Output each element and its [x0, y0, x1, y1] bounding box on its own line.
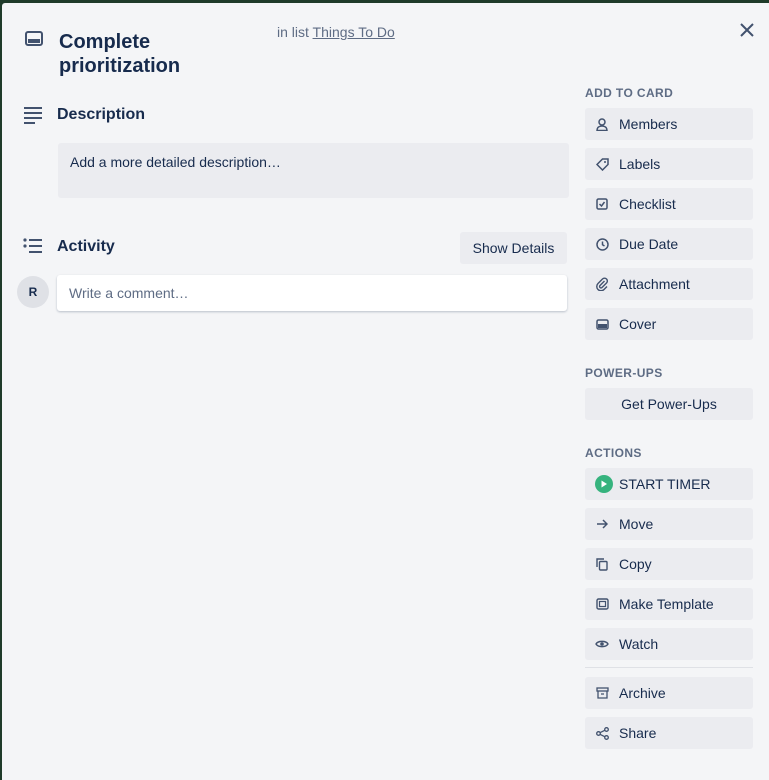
copy-icon — [595, 557, 609, 571]
close-icon — [740, 23, 754, 37]
archive-label: Archive — [619, 685, 666, 701]
in-list-prefix: in list — [277, 24, 309, 40]
checkbox-icon — [595, 197, 609, 211]
checklist-label: Checklist — [619, 196, 676, 212]
due-date-button[interactable]: Due Date — [585, 228, 753, 260]
actions-heading: ACTIONS — [585, 446, 642, 460]
archive-button[interactable]: Archive — [585, 677, 753, 709]
checklist-button[interactable]: Checklist — [585, 188, 753, 220]
make-template-button[interactable]: Make Template — [585, 588, 753, 620]
share-label: Share — [619, 725, 657, 741]
card-detail-modal: Complete prioritization in list Things T… — [2, 3, 769, 780]
labels-button[interactable]: Labels — [585, 148, 753, 180]
watch-button[interactable]: Watch — [585, 628, 753, 660]
list-name-link[interactable]: Things To Do — [313, 24, 395, 40]
description-icon — [23, 106, 45, 126]
play-icon — [595, 475, 613, 493]
copy-button[interactable]: Copy — [585, 548, 753, 580]
clock-icon — [595, 237, 609, 251]
start-timer-label: START TIMER — [619, 476, 711, 492]
paperclip-icon — [595, 277, 609, 291]
members-button[interactable]: Members — [585, 108, 753, 140]
card-icon — [24, 29, 44, 49]
description-editor[interactable]: Add a more detailed description… — [58, 143, 569, 198]
get-power-ups-button[interactable]: Get Power-Ups — [585, 388, 753, 420]
share-icon — [595, 726, 609, 740]
move-button[interactable]: Move — [585, 508, 753, 540]
in-list-text: in list Things To Do — [277, 24, 395, 40]
attachment-label: Attachment — [619, 276, 690, 292]
card-icon — [595, 317, 609, 331]
move-label: Move — [619, 516, 654, 532]
watch-label: Watch — [619, 636, 659, 652]
arrow-right-icon — [595, 517, 609, 531]
labels-label: Labels — [619, 156, 661, 172]
show-details-button[interactable]: Show Details — [460, 232, 567, 264]
activity-heading: Activity — [57, 238, 115, 255]
template-icon — [595, 597, 609, 611]
comment-input[interactable]: Write a comment… — [57, 275, 567, 311]
add-to-card-heading: ADD TO CARD — [585, 86, 674, 100]
start-timer-button[interactable]: START TIMER — [585, 468, 753, 500]
tag-icon — [595, 157, 609, 171]
archive-icon — [595, 686, 609, 700]
power-ups-heading: POWER-UPS — [585, 366, 663, 380]
share-button[interactable]: Share — [585, 717, 753, 749]
due-date-label: Due Date — [619, 236, 679, 252]
activity-icon — [23, 238, 45, 258]
attachment-button[interactable]: Attachment — [585, 268, 753, 300]
make-template-label: Make Template — [619, 596, 714, 612]
person-icon — [595, 117, 609, 131]
cover-button[interactable]: Cover — [585, 308, 753, 340]
actions-divider — [585, 667, 753, 668]
description-heading: Description — [57, 106, 146, 123]
members-label: Members — [619, 116, 678, 132]
copy-label: Copy — [619, 556, 652, 572]
cover-label: Cover — [619, 316, 657, 332]
eye-icon — [595, 637, 609, 651]
avatar[interactable]: R — [17, 276, 49, 308]
card-title[interactable]: Complete prioritization — [59, 30, 259, 78]
close-button[interactable] — [735, 18, 759, 42]
